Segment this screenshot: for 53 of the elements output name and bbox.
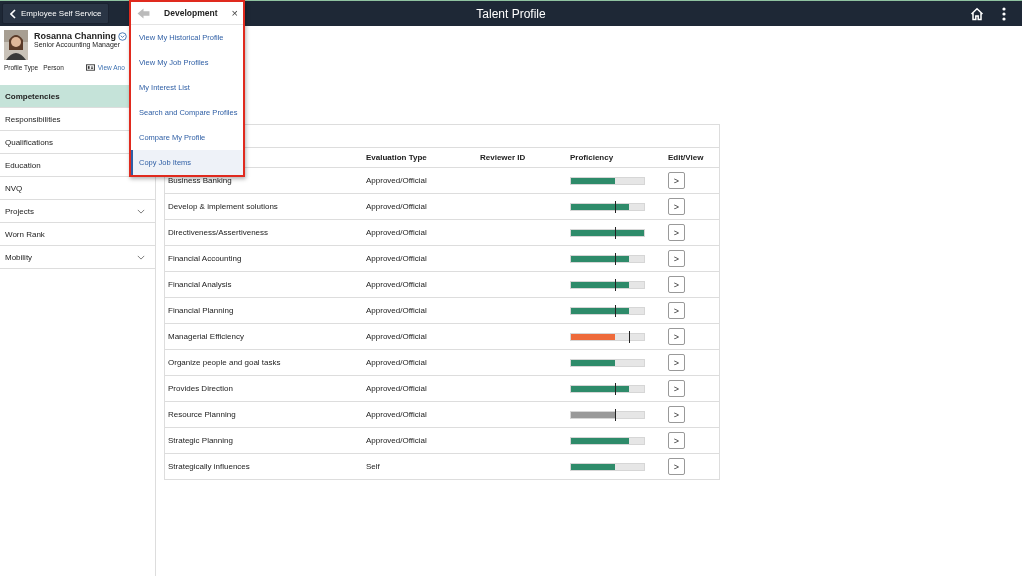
- table-cell-text: Strategic Planning: [168, 436, 234, 445]
- table-cell-text: Strategically influences: [168, 462, 251, 471]
- table-cell-text: Approved/Official: [366, 306, 428, 315]
- menu-title: Development: [163, 8, 219, 18]
- table-cell-text: Provides Direction: [168, 384, 234, 393]
- table-cell-text: Approved/Official: [366, 410, 428, 419]
- edit-view-button[interactable]: >: [668, 328, 685, 345]
- table-cell-text: Approved/Official: [366, 202, 428, 211]
- table-cell-text: Approved/Official: [366, 358, 428, 367]
- table-cell-text: Directiveness/Assertiveness: [168, 228, 270, 237]
- edit-view-button[interactable]: >: [668, 172, 685, 189]
- edit-view-button[interactable]: >: [668, 302, 685, 319]
- dropdown-icon[interactable]: [118, 31, 127, 41]
- sidebar-item[interactable]: Worn Rank: [0, 223, 155, 246]
- table-cell-text: Approved/Official: [366, 176, 428, 185]
- table-cell-text: Approved/Official: [366, 280, 428, 289]
- edit-view-button[interactable]: >: [668, 276, 685, 293]
- close-button[interactable]: ×: [231, 7, 238, 19]
- table-cell-text: Approved/Official: [366, 332, 428, 341]
- table-cell-text: Managerial Efficiency: [168, 332, 245, 341]
- table-cell-text: Financial Planning: [168, 306, 235, 315]
- edit-view-button[interactable]: >: [668, 432, 685, 449]
- table-cell-text: Resource Planning: [168, 410, 237, 419]
- table-cell-text: Business Banking: [168, 176, 233, 185]
- table-cell-text: Approved/Official: [366, 228, 428, 237]
- column-header: Reviewer ID: [480, 153, 527, 162]
- edit-view-button[interactable]: >: [668, 354, 685, 371]
- edit-view-button[interactable]: >: [668, 458, 685, 475]
- edit-view-button[interactable]: >: [668, 380, 685, 397]
- page-title: Talent Profile: [476, 6, 546, 21]
- column-header: Edit/View: [668, 153, 705, 162]
- more-icon[interactable]: [1002, 6, 1006, 21]
- id-card-icon: [85, 64, 95, 71]
- edit-view-button[interactable]: >: [668, 406, 685, 423]
- table-cell-text: Approved/Official: [366, 384, 428, 393]
- edit-view-button[interactable]: >: [668, 250, 685, 267]
- table-cell-text: Approved/Official: [366, 254, 428, 263]
- edit-view-button[interactable]: >: [668, 224, 685, 241]
- home-icon[interactable]: [970, 6, 984, 21]
- table-cell-text: Self: [366, 462, 381, 471]
- sidebar-item[interactable]: Mobility: [0, 246, 155, 269]
- table-cell-text: Develop & implement solutions: [168, 202, 279, 211]
- table-cell-text: Organize people and goal tasks: [168, 358, 282, 367]
- back-icon: [10, 8, 16, 19]
- table-cell-text: Approved/Official: [366, 436, 428, 445]
- column-header: Evaluation Type: [366, 153, 428, 162]
- back-button[interactable]: Employee Self Service: [2, 3, 110, 24]
- sidebar-item[interactable]: Projects: [0, 200, 155, 223]
- column-header: Proficiency: [570, 153, 615, 162]
- person-name: Rosanna Channing: [34, 31, 116, 41]
- edit-view-button[interactable]: >: [668, 198, 685, 215]
- table-cell-text: Financial Accounting: [168, 254, 243, 263]
- table-cell-text: Financial Analysis: [168, 280, 233, 289]
